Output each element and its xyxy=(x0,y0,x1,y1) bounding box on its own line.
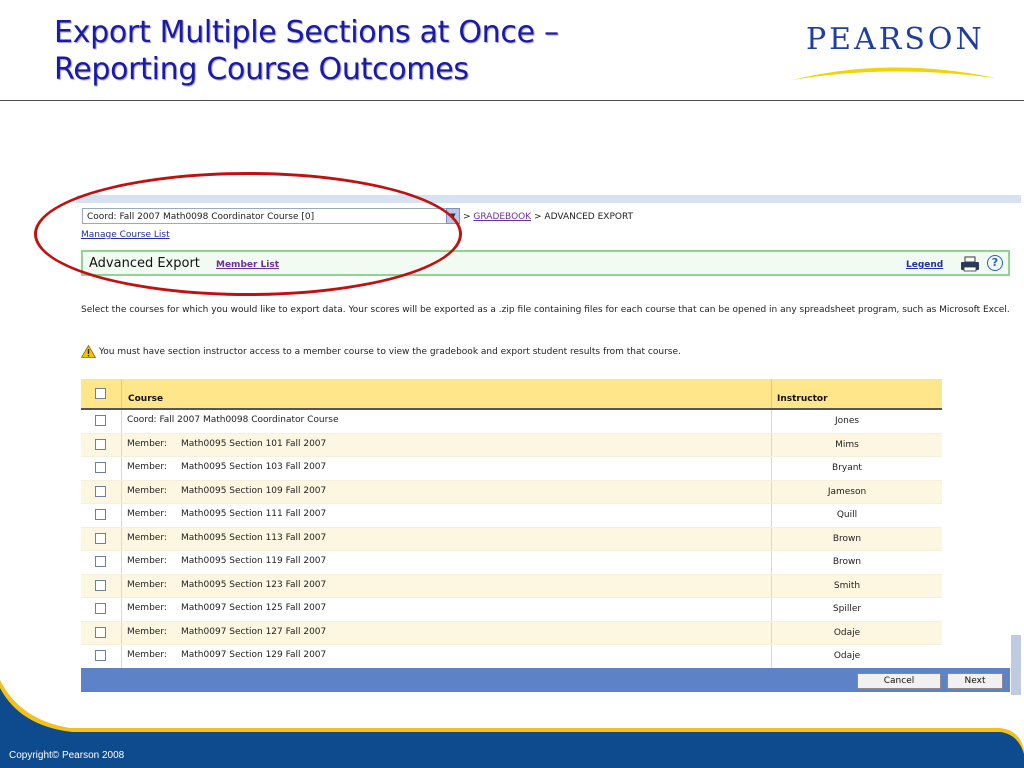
course-cell: Math0095 Section 113 Fall 2007 xyxy=(181,532,327,543)
table-row: Member: Math0097 Section 127 Fall 2007 O… xyxy=(81,621,942,645)
instructor-cell: Jones xyxy=(834,416,860,426)
row-checkbox[interactable] xyxy=(95,509,106,520)
instructions-text: Select the courses for which you would l… xyxy=(81,305,1010,315)
column-divider xyxy=(121,457,122,480)
breadcrumb-gradebook-link[interactable]: GRADEBOOK xyxy=(473,212,531,222)
instructor-cell: Odaje xyxy=(833,627,861,638)
table-row: Member: Math0095 Section 101 Fall 2007 M… xyxy=(81,433,942,457)
row-checkbox[interactable] xyxy=(95,485,106,497)
course-cell: Math0097 Section 127 Fall 2007 xyxy=(181,626,327,637)
header-checkbox-cell xyxy=(81,379,122,408)
column-divider xyxy=(121,504,122,527)
copyright-text: Copyright© Pearson 2008 xyxy=(9,750,125,761)
instructor-cell: Smith xyxy=(833,580,861,591)
row-checkbox[interactable] xyxy=(95,626,106,638)
select-all-checkbox[interactable] xyxy=(95,388,106,399)
course-cell: Math0095 Section 101 Fall 2007 xyxy=(181,438,327,449)
column-divider xyxy=(121,433,122,456)
row-checkbox[interactable] xyxy=(95,603,106,614)
table-row: Member: Math0095 Section 119 Fall 2007 B… xyxy=(81,551,942,575)
instructor-cell: Odaje xyxy=(833,651,861,661)
row-checkbox[interactable] xyxy=(95,438,106,450)
instructor-cell: Mims xyxy=(835,439,859,450)
column-divider xyxy=(121,480,122,503)
course-cell: Math0095 Section 111 Fall 2007 xyxy=(181,509,327,519)
slide-title-line-2: Reporting Course Outcomes xyxy=(54,52,469,87)
instructor-cell: Brown xyxy=(832,557,862,567)
column-header-instructor: Instructor xyxy=(777,394,828,404)
column-divider xyxy=(121,410,122,433)
course-cell: Math0095 Section 109 Fall 2007 xyxy=(181,485,327,496)
title-divider xyxy=(0,100,1024,101)
table-row: Member: Math0095 Section 123 Fall 2007 S… xyxy=(81,574,942,598)
slide-title-line-1: Export Multiple Sections at Once – xyxy=(54,15,559,50)
row-checkbox[interactable] xyxy=(95,650,106,661)
slide-title: Export Multiple Sections at Once – Repor… xyxy=(54,14,774,88)
column-header-course: Course xyxy=(128,394,164,404)
table-header: Course Instructor xyxy=(81,379,942,410)
warning-text: You must have section instructor access … xyxy=(99,347,681,357)
row-checkbox[interactable] xyxy=(95,579,106,591)
table-row: Member: Math0095 Section 109 Fall 2007 J… xyxy=(81,480,942,504)
course-prefix: Member: xyxy=(127,532,167,543)
table-row: Member: Math0095 Section 103 Fall 2007 B… xyxy=(81,457,942,481)
pearson-logo: PEARSON xyxy=(790,18,1000,88)
help-icon[interactable]: ? xyxy=(987,255,1003,271)
warning-icon xyxy=(81,345,96,358)
course-prefix: Member: xyxy=(127,579,167,590)
table-row: Coord: Fall 2007 Math0098 Coordinator Co… xyxy=(81,410,942,434)
instructor-cell: Quill xyxy=(836,510,858,520)
row-checkbox[interactable] xyxy=(95,415,106,426)
column-divider xyxy=(121,551,122,574)
column-divider xyxy=(121,598,122,621)
instructor-cell: Brown xyxy=(832,533,862,544)
course-prefix: Member: xyxy=(127,509,167,519)
course-prefix: Member: xyxy=(127,626,167,637)
annotation-oval xyxy=(34,172,462,296)
row-checkbox[interactable] xyxy=(95,532,106,544)
instructor-cell: Spiller xyxy=(832,604,862,614)
breadcrumb-separator: > xyxy=(463,212,471,222)
table-row: Member: Math0097 Section 129 Fall 2007 O… xyxy=(81,645,942,669)
course-prefix: Member: xyxy=(127,485,167,496)
table-row: Member: Math0097 Section 125 Fall 2007 S… xyxy=(81,598,942,622)
column-divider xyxy=(121,645,122,668)
column-divider xyxy=(121,621,122,644)
logo-swoosh-icon xyxy=(792,67,996,80)
course-prefix: Member: xyxy=(127,650,167,660)
course-prefix: Member: xyxy=(127,462,167,472)
course-prefix: Member: xyxy=(127,556,167,566)
row-checkbox[interactable] xyxy=(95,556,106,567)
course-cell: Coord: Fall 2007 Math0098 Coordinator Co… xyxy=(127,415,339,425)
legend-link[interactable]: Legend xyxy=(906,260,943,270)
warning-message: You must have section instructor access … xyxy=(81,345,681,358)
course-cell: Math0097 Section 125 Fall 2007 xyxy=(181,603,327,613)
footer-decoration xyxy=(0,680,1024,768)
column-divider xyxy=(771,379,772,408)
column-divider xyxy=(121,574,122,597)
table-row: Member: Math0095 Section 111 Fall 2007 Q… xyxy=(81,504,942,528)
course-cell: Math0095 Section 123 Fall 2007 xyxy=(181,579,327,590)
course-cell: Math0095 Section 119 Fall 2007 xyxy=(181,556,327,566)
course-cell: Math0095 Section 103 Fall 2007 xyxy=(181,462,327,472)
course-prefix: Member: xyxy=(127,438,167,449)
breadcrumb: > GRADEBOOK > ADVANCED EXPORT xyxy=(463,212,633,222)
course-table: Course Instructor Coord: Fall 2007 Math0… xyxy=(81,379,942,671)
instructor-cell: Bryant xyxy=(832,463,862,473)
logo-text: PEARSON xyxy=(806,22,985,57)
table-row: Member: Math0095 Section 113 Fall 2007 B… xyxy=(81,527,942,551)
breadcrumb-current: > ADVANCED EXPORT xyxy=(534,212,634,222)
course-prefix: Member: xyxy=(127,603,167,613)
instructor-cell: Jameson xyxy=(827,486,867,497)
course-cell: Math0097 Section 129 Fall 2007 xyxy=(181,650,327,660)
row-checkbox[interactable] xyxy=(95,462,106,473)
column-divider xyxy=(121,527,122,550)
printer-icon[interactable] xyxy=(960,256,980,272)
